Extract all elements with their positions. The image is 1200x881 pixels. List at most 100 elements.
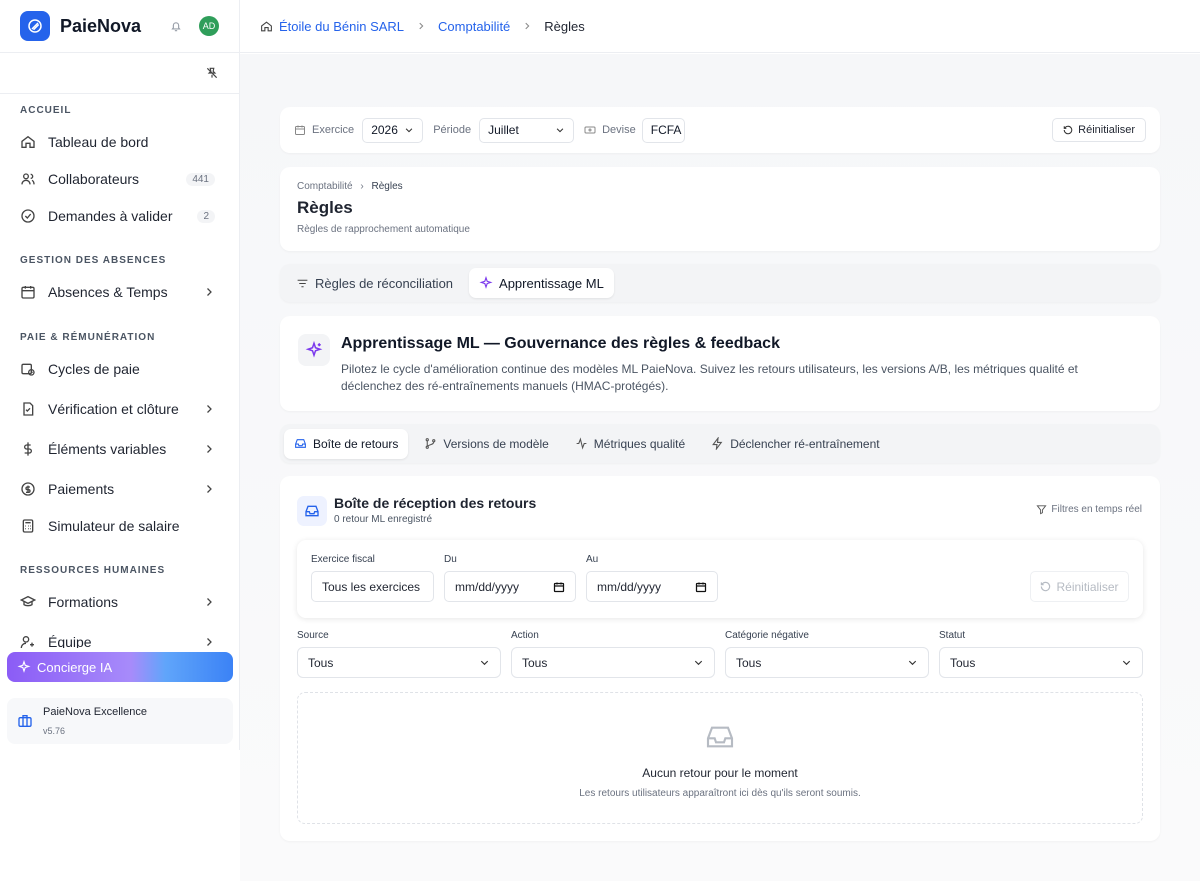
plan-card[interactable]: PaieNova Excellence v5.76 bbox=[7, 698, 233, 744]
select-value: Tous bbox=[522, 655, 548, 670]
count-badge: 441 bbox=[186, 172, 215, 186]
sidebar-item-equipe[interactable]: Équipe bbox=[20, 630, 215, 648]
ml-intro-card: Apprentissage ML — Gouvernance des règle… bbox=[280, 316, 1160, 411]
fiscal-year-select[interactable]: Tous les exercices bbox=[311, 571, 434, 602]
sparkles-icon bbox=[298, 334, 330, 366]
crumb-item[interactable]: Comptabilité bbox=[297, 181, 353, 192]
calendar-icon[interactable] bbox=[695, 581, 707, 593]
calendar-icon[interactable] bbox=[553, 581, 565, 593]
reset-filters-button[interactable]: Réinitialiser bbox=[1052, 118, 1146, 142]
coin-icon bbox=[21, 482, 35, 496]
home-icon[interactable] bbox=[260, 20, 273, 33]
unpin-icon[interactable] bbox=[205, 66, 219, 80]
pin-row bbox=[0, 53, 239, 94]
sidebar-item-tableau-de-bord[interactable]: Tableau de bord bbox=[20, 130, 215, 154]
calendar-clock-icon bbox=[21, 363, 35, 376]
tab-label: Règles de réconciliation bbox=[315, 275, 454, 291]
tab-apprentissage-ml[interactable]: Apprentissage ML bbox=[469, 268, 614, 298]
sidebar-item-label: Vérification et clôture bbox=[48, 401, 179, 417]
breadcrumb-company[interactable]: Étoile du Bénin SARL bbox=[279, 19, 404, 34]
avatar[interactable]: AD bbox=[199, 16, 219, 36]
fiscal-label: Exercice fiscal bbox=[311, 554, 375, 565]
tab-versions-modele[interactable]: Versions de modèle bbox=[414, 429, 558, 459]
zap-icon bbox=[712, 437, 723, 450]
chevron-right-icon bbox=[207, 485, 212, 493]
sidebar-item-label: Éléments variables bbox=[48, 441, 167, 457]
user-plus-icon bbox=[20, 636, 34, 648]
sidebar-item-formations[interactable]: Formations bbox=[20, 590, 215, 614]
tab-metriques-qualite[interactable]: Métriques qualité bbox=[565, 429, 695, 459]
concierge-label: Concierge IA bbox=[37, 659, 113, 675]
banknote-icon bbox=[584, 126, 596, 134]
sidebar-item-verification[interactable]: Vérification et clôture bbox=[20, 397, 215, 421]
breadcrumb-section[interactable]: Comptabilité bbox=[438, 19, 510, 34]
source-label: Source bbox=[297, 630, 329, 641]
sidebar-item-demandes[interactable]: Demandes à valider 2 bbox=[20, 204, 215, 228]
concierge-ia-button[interactable]: Concierge IA bbox=[7, 652, 233, 682]
categorie-select[interactable]: Tous bbox=[725, 647, 929, 678]
section-rh: RESSOURCES HUMAINES bbox=[20, 565, 166, 576]
inbox-icon bbox=[706, 726, 734, 748]
crumb-item: Règles bbox=[371, 181, 403, 192]
tab-label: Boîte de retours bbox=[313, 436, 399, 451]
chevron-right-icon bbox=[207, 445, 212, 453]
app-logo[interactable] bbox=[20, 11, 50, 41]
statut-select[interactable]: Tous bbox=[939, 647, 1143, 678]
reset-label: Réinitialiser bbox=[1078, 124, 1135, 136]
sidebar-item-paiements[interactable]: Paiements bbox=[20, 477, 215, 501]
sidebar-item-elements[interactable]: Éléments variables bbox=[20, 437, 215, 461]
tab-label: Déclencher ré-entraînement bbox=[730, 436, 880, 451]
tab-label: Versions de modèle bbox=[443, 436, 549, 451]
chevron-down-icon bbox=[480, 660, 489, 666]
breadcrumb: Étoile du Bénin SARL Comptabilité Règles bbox=[240, 0, 1200, 53]
file-check-icon bbox=[23, 402, 34, 416]
to-date-input[interactable]: mm/dd/yyyy bbox=[586, 571, 718, 602]
tab-regles-reconciliation[interactable]: Règles de réconciliation bbox=[286, 268, 463, 298]
rotate-ccw-icon bbox=[1041, 581, 1051, 592]
select-value: Tous bbox=[950, 655, 976, 670]
bell-icon[interactable] bbox=[169, 19, 183, 33]
sidebar-item-collaborateurs[interactable]: Collaborateurs 441 bbox=[20, 167, 215, 191]
plan-name: PaieNova Excellence bbox=[43, 706, 147, 718]
sidebar-item-label: Cycles de paie bbox=[48, 361, 140, 377]
sidebar-item-label: Équipe bbox=[48, 634, 92, 648]
sidebar-item-label: Simulateur de salaire bbox=[48, 518, 180, 534]
devise-value[interactable]: FCFA bbox=[641, 117, 685, 143]
sidebar-item-cycles[interactable]: Cycles de paie bbox=[20, 357, 215, 381]
from-date-input[interactable]: mm/dd/yyyy bbox=[444, 571, 576, 602]
statut-label: Statut bbox=[939, 630, 966, 641]
intro-title: Apprentissage ML — Gouvernance des règle… bbox=[341, 335, 780, 352]
source-select[interactable]: Tous bbox=[297, 647, 501, 678]
main-tabs: Règles de réconciliation Apprentissage M… bbox=[280, 264, 1160, 302]
from-value: mm/dd/yyyy bbox=[455, 579, 520, 594]
sidebar-item-absences[interactable]: Absences & Temps bbox=[20, 280, 215, 304]
breadcrumb-page: Règles bbox=[544, 18, 585, 34]
reset-dates-button[interactable]: Réinitialiser bbox=[1030, 571, 1129, 602]
activity-icon bbox=[576, 437, 587, 450]
sparkles-icon bbox=[479, 276, 493, 289]
tab-boite-de-retours[interactable]: Boîte de retours bbox=[284, 428, 409, 459]
periode-select[interactable]: Juillet bbox=[479, 117, 575, 143]
calendar-icon bbox=[21, 286, 35, 299]
sidebar-item-label: Paiements bbox=[48, 481, 115, 497]
tab-declencher-reentrainement[interactable]: Déclencher ré-entraînement bbox=[701, 429, 889, 459]
chevron-right-icon bbox=[525, 22, 530, 30]
sidebar-item-simulateur[interactable]: Simulateur de salaire bbox=[20, 514, 215, 538]
inbox-title: Boîte de réception des retours bbox=[334, 495, 537, 511]
filter-lines-icon bbox=[297, 279, 308, 287]
tab-label: Apprentissage ML bbox=[499, 275, 604, 291]
periode-value: Juillet bbox=[488, 123, 519, 137]
inbox-subtitle: 0 retour ML enregistré bbox=[334, 514, 433, 525]
categorie-label: Catégorie négative bbox=[725, 630, 809, 641]
to-label: Au bbox=[586, 554, 599, 565]
page-breadcrumb: Comptabilité › Règles bbox=[297, 181, 403, 192]
action-select[interactable]: Tous bbox=[511, 647, 715, 678]
reset-label: Réinitialiser bbox=[1056, 579, 1119, 594]
home-icon bbox=[21, 135, 35, 148]
chevron-right-icon bbox=[207, 288, 212, 296]
section-absences: GESTION DES ABSENCES bbox=[20, 255, 167, 266]
sidebar-item-label: Collaborateurs bbox=[48, 171, 140, 187]
check-circle-icon bbox=[21, 209, 35, 223]
exercice-select[interactable]: 2026 bbox=[362, 117, 424, 143]
section-accueil: ACCUEIL bbox=[20, 105, 72, 116]
